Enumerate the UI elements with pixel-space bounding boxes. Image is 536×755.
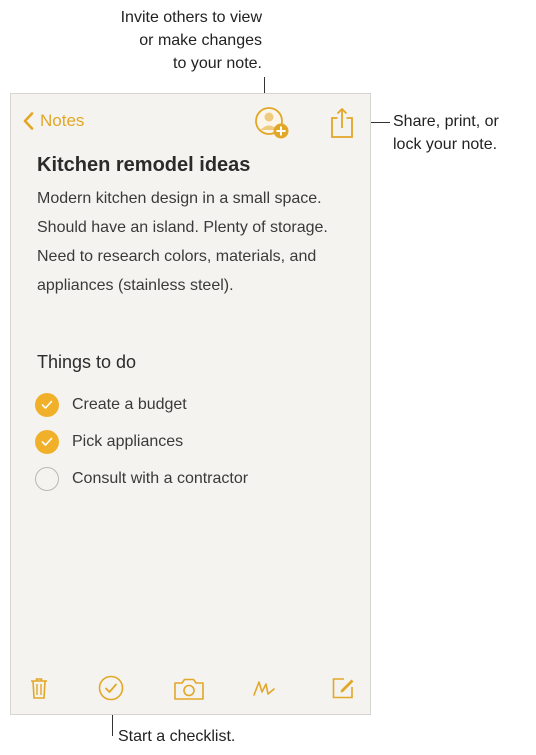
- checklist-item-label[interactable]: Pick appliances: [72, 433, 183, 451]
- checklist-item: Create a budget: [35, 386, 248, 423]
- checklist-icon[interactable]: [98, 675, 124, 701]
- checkbox-unchecked[interactable]: [35, 466, 59, 491]
- checklist-callout: Start a checklist.: [118, 728, 236, 745]
- note-body[interactable]: Modern kitchen design in a small space. …: [37, 184, 357, 300]
- checklist-item: Consult with a contractor: [35, 460, 248, 497]
- checklist-item-label[interactable]: Consult with a contractor: [72, 470, 248, 488]
- checkmark-icon: [41, 437, 53, 446]
- checklist: Create a budget Pick appliances Consult …: [35, 386, 248, 497]
- note-title[interactable]: Kitchen remodel ideas: [37, 154, 250, 177]
- compose-icon[interactable]: [331, 676, 355, 700]
- sketch-icon[interactable]: [251, 677, 277, 699]
- back-label: Notes: [40, 111, 85, 130]
- share-callout: Share, print, or lock your note.: [393, 113, 499, 153]
- checklist-item-label[interactable]: Create a budget: [72, 396, 187, 414]
- checklist-item: Pick appliances: [35, 423, 248, 460]
- bottom-toolbar: [11, 664, 370, 714]
- add-person-icon[interactable]: [254, 106, 290, 140]
- checklist-heading[interactable]: Things to do: [37, 352, 136, 373]
- back-button[interactable]: Notes: [23, 111, 84, 131]
- checkbox-checked[interactable]: [35, 392, 59, 417]
- chevron-left-icon: [23, 112, 34, 130]
- share-icon[interactable]: [329, 107, 355, 139]
- nav-bar: Notes: [11, 94, 370, 150]
- camera-icon[interactable]: [173, 678, 205, 700]
- checkbox-checked[interactable]: [35, 429, 59, 454]
- checkmark-icon: [41, 400, 53, 409]
- note-screen: Notes Kitchen remodel ideas Modern kitch…: [10, 93, 371, 715]
- invite-callout: Invite others to view or make changes to…: [120, 9, 262, 72]
- trash-icon[interactable]: [30, 677, 48, 699]
